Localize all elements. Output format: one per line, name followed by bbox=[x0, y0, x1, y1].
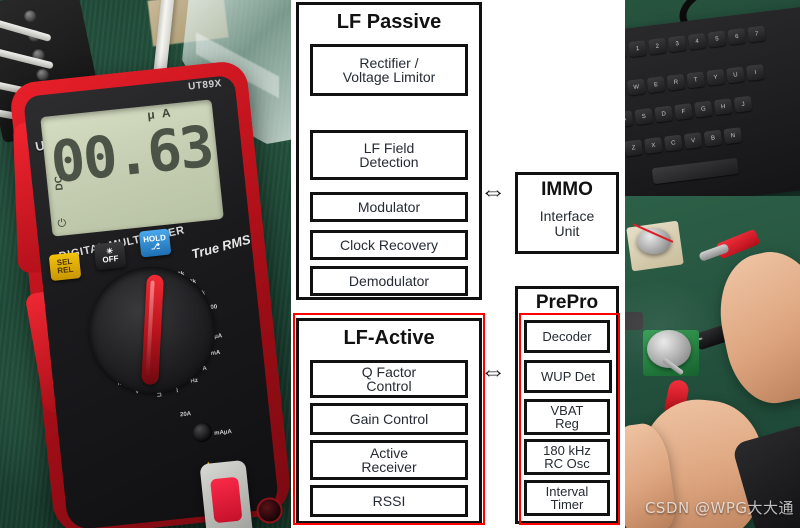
sel-rel-button[interactable]: SEL REL bbox=[48, 252, 82, 282]
black-probe-body bbox=[693, 314, 761, 351]
screenshot-root: UT89X UNI-T μ A DC 00.63 ⏻ DIGITAL MULTI… bbox=[0, 0, 800, 528]
block-lf-field-detection: LF Field Detection bbox=[310, 130, 468, 180]
key: S bbox=[634, 107, 654, 125]
lf-passive-title: LF Passive bbox=[336, 11, 442, 33]
hand-upper-right bbox=[708, 242, 800, 412]
key: G bbox=[694, 100, 713, 118]
key: 6 bbox=[727, 28, 747, 46]
key: 7 bbox=[747, 25, 767, 43]
lcd-power-icon: ⏻ bbox=[56, 217, 67, 231]
coin-cell-upper bbox=[637, 228, 671, 254]
block-demodulator: Demodulator bbox=[310, 266, 468, 296]
block-rectifier-voltage-limitor: Rectifier / Voltage Limitor bbox=[310, 44, 468, 96]
key: ` bbox=[625, 42, 628, 60]
alligator-clip-red bbox=[715, 228, 761, 260]
key: T bbox=[686, 71, 706, 89]
watermark: CSDN @WPG大大通 bbox=[644, 499, 794, 517]
block-label: LF Field Detection bbox=[359, 139, 419, 170]
block-clock-recovery: Clock Recovery bbox=[310, 230, 468, 260]
key: R bbox=[666, 73, 686, 91]
key: Q bbox=[625, 81, 626, 99]
key: C bbox=[663, 134, 683, 152]
coin-cell-under-test bbox=[647, 330, 691, 368]
jack-label-ma: mAμA bbox=[213, 429, 233, 437]
clip-metal-jaw bbox=[698, 243, 730, 262]
key: D bbox=[654, 105, 674, 123]
keyboard: ` 1 2 3 4 5 6 7 Q W E R T Y U I A S D F bbox=[625, 5, 800, 196]
key: W bbox=[626, 78, 646, 96]
red-probe-tip-lower bbox=[663, 378, 691, 416]
red-wire-upper bbox=[632, 223, 674, 243]
key: V bbox=[683, 132, 703, 150]
sel-rel-line2: REL bbox=[56, 264, 74, 276]
metal-lead-lower bbox=[661, 357, 685, 376]
block-label: Demodulator bbox=[348, 272, 430, 289]
block-label: Clock Recovery bbox=[339, 236, 439, 253]
immo-subtitle: Interface Unit bbox=[539, 208, 595, 239]
block-modulator: Modulator bbox=[310, 192, 468, 222]
multimeter: UT89X UNI-T μ A DC 00.63 ⏻ DIGITAL MULTI… bbox=[8, 59, 291, 528]
key: H bbox=[713, 98, 733, 116]
key: N bbox=[723, 127, 743, 145]
photo-multimeter: UT89X UNI-T μ A DC 00.63 ⏻ DIGITAL MULTI… bbox=[0, 0, 291, 528]
key: 2 bbox=[648, 37, 667, 55]
key: B bbox=[703, 129, 723, 147]
prepro-title: PrePro bbox=[535, 292, 599, 313]
key: I bbox=[745, 64, 765, 82]
block-label: Rectifier / Voltage Limitor bbox=[342, 54, 436, 85]
immo-title: IMMO bbox=[541, 179, 593, 200]
key: 1 bbox=[628, 40, 647, 58]
spacebar bbox=[651, 157, 740, 185]
jack-20a[interactable] bbox=[191, 421, 214, 444]
key: J bbox=[733, 95, 753, 113]
key: A bbox=[625, 110, 634, 128]
dial-pointer[interactable] bbox=[141, 274, 164, 386]
key: 3 bbox=[667, 35, 687, 53]
key: 4 bbox=[687, 32, 707, 50]
smd-component bbox=[625, 312, 643, 330]
dial-label: mA bbox=[210, 349, 221, 357]
dial-label: μA bbox=[213, 333, 223, 341]
highlight-lf-active bbox=[293, 313, 485, 525]
key: E bbox=[646, 76, 666, 94]
pcb-module-upper bbox=[626, 220, 684, 272]
key: F bbox=[674, 103, 693, 121]
block-label: Modulator bbox=[357, 198, 421, 215]
photo-workbench: ` 1 2 3 4 5 6 7 Q W E R T Y U I A S D F bbox=[625, 0, 800, 528]
highlight-prepro bbox=[519, 313, 620, 525]
probe-tip bbox=[669, 337, 703, 349]
pcb-green bbox=[643, 330, 699, 376]
jack-label-20a: 20A bbox=[179, 411, 192, 419]
jack-selector-slider[interactable] bbox=[199, 459, 254, 528]
key: 5 bbox=[707, 30, 727, 48]
block-diagram: LF Passive Rectifier / Voltage Limitor L… bbox=[291, 0, 625, 528]
immo-group: IMMO Interface Unit bbox=[515, 172, 619, 254]
lcd-display: μ A DC 00.63 ⏻ bbox=[40, 99, 224, 237]
key: Y bbox=[706, 68, 725, 86]
key: X bbox=[644, 137, 663, 154]
key: U bbox=[726, 66, 745, 84]
photo-keyboard: ` 1 2 3 4 5 6 7 Q W E R T Y U I A S D F bbox=[625, 0, 800, 196]
photo-probing-battery bbox=[625, 196, 800, 528]
key: Z bbox=[625, 139, 643, 157]
bidirectional-arrow-top-icon: ⇔ bbox=[480, 176, 506, 206]
lcd-reading: 00.63 bbox=[47, 113, 216, 197]
